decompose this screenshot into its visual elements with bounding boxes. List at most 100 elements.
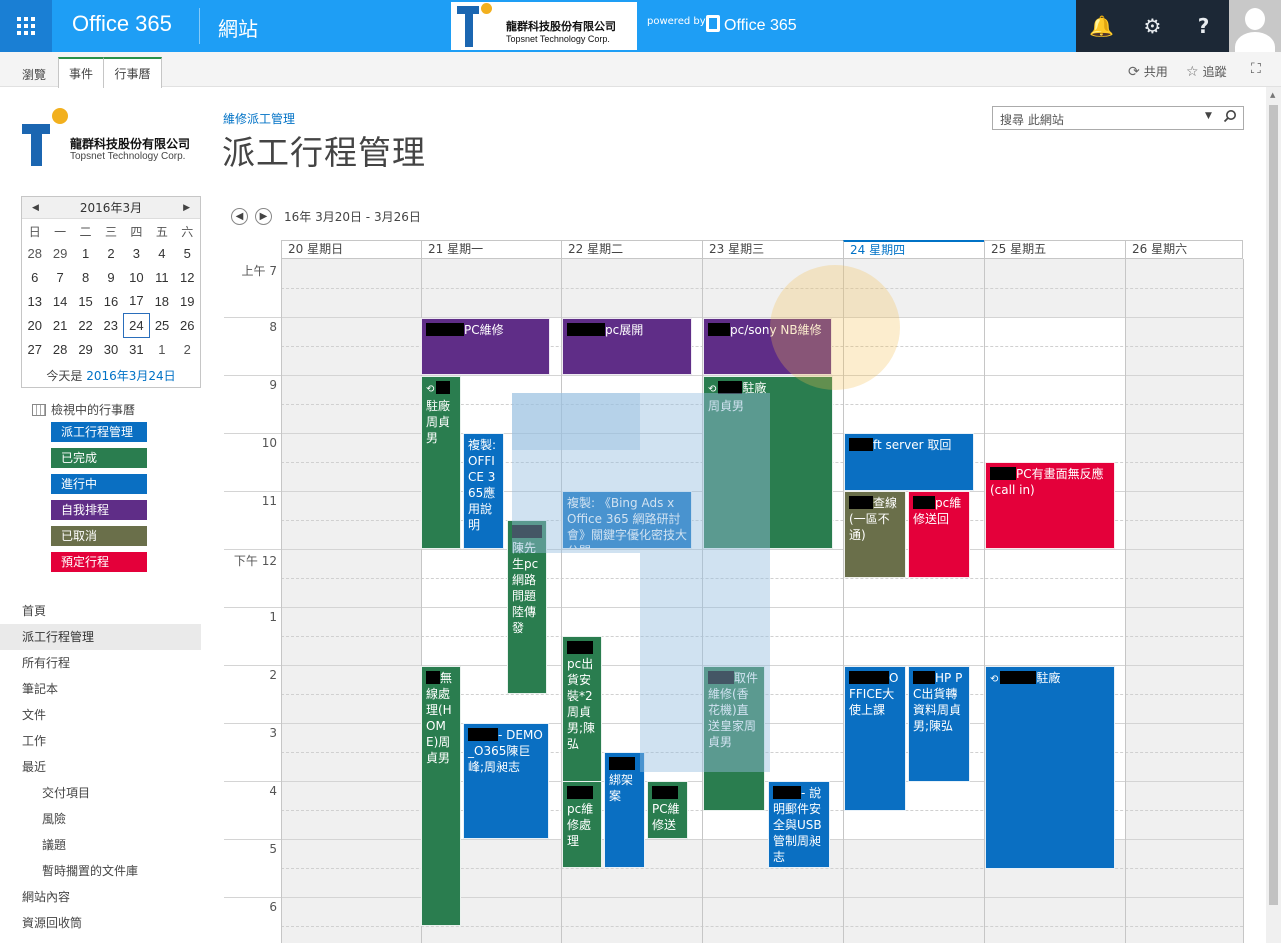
date-cell[interactable]: 18 [149, 289, 174, 313]
date-cell[interactable]: 3 [124, 241, 149, 265]
date-cell[interactable]: 8 [73, 265, 98, 289]
search-box[interactable]: 搜尋 此網站 ▼ [992, 106, 1244, 130]
date-cell[interactable]: 20 [22, 313, 47, 337]
today-link[interactable]: 2016年3月24日 [86, 369, 175, 383]
next-week-icon[interactable]: ▶ [255, 208, 272, 225]
nav-all-schedules[interactable]: 所有行程 [0, 650, 201, 676]
calendar-event[interactable]: - DEMO_O365陳巨峰;周昶志 [463, 723, 549, 839]
search-scope-dropdown-icon[interactable]: ▼ [1205, 111, 1212, 121]
calendar-legend-item[interactable]: 派工行程管理 [51, 422, 147, 442]
date-cell[interactable]: 2 [98, 241, 123, 265]
scrollbar-thumb[interactable] [1269, 105, 1278, 905]
site-logo[interactable]: 龍群科技股份有限公司 Topsnet Technology Corp. [22, 108, 202, 168]
day-header[interactable]: 21 星期一 [421, 240, 561, 259]
date-cell[interactable]: 19 [175, 289, 200, 313]
date-cell[interactable]: 14 [47, 289, 72, 313]
date-cell[interactable]: 29 [73, 337, 98, 361]
bell-icon[interactable]: 🔔 [1076, 0, 1127, 52]
date-cell[interactable]: 6 [22, 265, 47, 289]
date-cell[interactable]: 13 [22, 289, 47, 313]
nav-risks[interactable]: 風險 [0, 806, 201, 832]
date-cell[interactable]: 4 [149, 241, 174, 265]
date-cell[interactable]: 1 [149, 337, 174, 361]
tab-browse[interactable]: 瀏覽 [12, 60, 56, 87]
calendar-event[interactable]: ft server 取回 [844, 433, 974, 491]
calendar-event[interactable]: 查線(一區不通) [844, 491, 906, 578]
date-cell[interactable]: 5 [175, 241, 200, 265]
calendar-event[interactable]: 無線處理(HOME)周貞男 [421, 666, 461, 926]
nav-notebook[interactable]: 筆記本 [0, 676, 201, 702]
date-cell[interactable]: 28 [22, 241, 47, 265]
sites-link[interactable]: 網站 [218, 13, 258, 42]
calendar-event[interactable]: 複製: OFFICE 365應用說明 [463, 433, 504, 549]
calendar-event[interactable]: pc展開 [562, 318, 692, 375]
date-cell-today[interactable]: 24 [123, 312, 150, 338]
calendar-event[interactable]: ⟲ 駐廠 [985, 666, 1115, 869]
day-header[interactable]: 23 星期三 [702, 240, 843, 259]
date-cell[interactable]: 26 [175, 313, 200, 337]
scroll-up-icon[interactable]: ▲ [1270, 91, 1275, 99]
day-header[interactable]: 25 星期五 [984, 240, 1125, 259]
calendar-event[interactable]: 綁架案 [604, 752, 645, 868]
nav-documents[interactable]: 文件 [0, 702, 201, 728]
nav-deliverables[interactable]: 交付項目 [0, 780, 201, 806]
date-cell[interactable]: 29 [47, 241, 72, 265]
date-cell[interactable]: 28 [47, 337, 72, 361]
follow-button[interactable]: ☆ 追蹤 [1186, 63, 1227, 80]
date-cell[interactable]: 23 [98, 313, 123, 337]
calendar-event[interactable]: - 說明郵件安全與USB管制周昶志 [768, 781, 830, 868]
nav-home[interactable]: 首頁 [0, 598, 201, 624]
calendar-legend-item[interactable]: 預定行程 [51, 552, 147, 572]
calendar-legend-item[interactable]: 已完成 [51, 448, 147, 468]
date-cell[interactable]: 9 [98, 265, 123, 289]
calendar-legend-item[interactable]: 進行中 [51, 474, 147, 494]
focus-content-icon[interactable]: ⛶ [1251, 61, 1261, 77]
next-month-icon[interactable]: ▶ [183, 197, 190, 219]
nav-tasks[interactable]: 工作 [0, 728, 201, 754]
help-icon[interactable]: ? [1178, 0, 1229, 52]
day-header[interactable]: 20 星期日 [281, 240, 421, 259]
day-header[interactable]: 22 星期二 [561, 240, 702, 259]
date-cell[interactable]: 16 [98, 289, 123, 313]
nav-dispatch-schedule[interactable]: 派工行程管理 [0, 624, 201, 650]
calendar-event[interactable]: ⟲ 駐廠周貞男 [421, 376, 461, 549]
search-icon[interactable] [1223, 109, 1237, 123]
day-header-today[interactable]: 24 星期四 [843, 240, 984, 259]
date-cell[interactable]: 10 [124, 265, 149, 289]
user-avatar-icon[interactable] [1229, 0, 1281, 52]
date-cell[interactable]: 2 [175, 337, 200, 361]
date-cell[interactable]: 22 [73, 313, 98, 337]
day-header[interactable]: 26 星期六 [1125, 240, 1243, 259]
tab-events[interactable]: 事件 [58, 57, 104, 88]
nav-drop-off-library[interactable]: 暫時擱置的文件庫 [0, 858, 201, 884]
date-cell[interactable]: 15 [73, 289, 98, 313]
prev-month-icon[interactable]: ◀ [32, 197, 39, 219]
calendar-event[interactable]: pc維修處理 [562, 781, 602, 868]
calendar-legend-item[interactable]: 已取消 [51, 526, 147, 546]
gear-icon[interactable]: ⚙ [1127, 0, 1178, 52]
calendar-event[interactable]: PC維修送 [647, 781, 688, 839]
date-cell[interactable]: 30 [98, 337, 123, 361]
search-input[interactable]: 搜尋 此網站 [1000, 111, 1064, 128]
date-cell[interactable]: 27 [22, 337, 47, 361]
tab-calendar[interactable]: 行事曆 [103, 57, 162, 88]
date-cell[interactable]: 12 [175, 265, 200, 289]
date-cell[interactable]: 31 [124, 337, 149, 361]
calendar-event[interactable]: OFFICE大使上課 [844, 666, 906, 811]
date-cell[interactable]: 11 [149, 265, 174, 289]
nav-recent[interactable]: 最近 [0, 754, 201, 780]
date-cell[interactable]: 1 [73, 241, 98, 265]
calendar-event[interactable]: pc維修送回 [908, 491, 970, 578]
nav-recycle-bin[interactable]: 資源回收筒 [0, 910, 201, 936]
date-cell[interactable]: 7 [47, 265, 72, 289]
calendar-event[interactable]: PC維修 [421, 318, 550, 375]
calendar-legend-item[interactable]: 自我排程 [51, 500, 147, 520]
previous-week-icon[interactable]: ◀ [231, 208, 248, 225]
app-launcher-icon[interactable] [0, 0, 52, 52]
calendar-event[interactable]: pc出貨安裝*2周貞男;陳弘 [562, 636, 602, 782]
date-cell[interactable]: 25 [149, 313, 174, 337]
breadcrumb[interactable]: 維修派工管理 [223, 110, 295, 127]
calendar-event[interactable]: HP PC出貨轉資料周貞男;陳弘 [908, 666, 970, 782]
office-365-brand[interactable]: Office 365 [72, 11, 172, 37]
nav-site-contents[interactable]: 網站內容 [0, 884, 201, 910]
